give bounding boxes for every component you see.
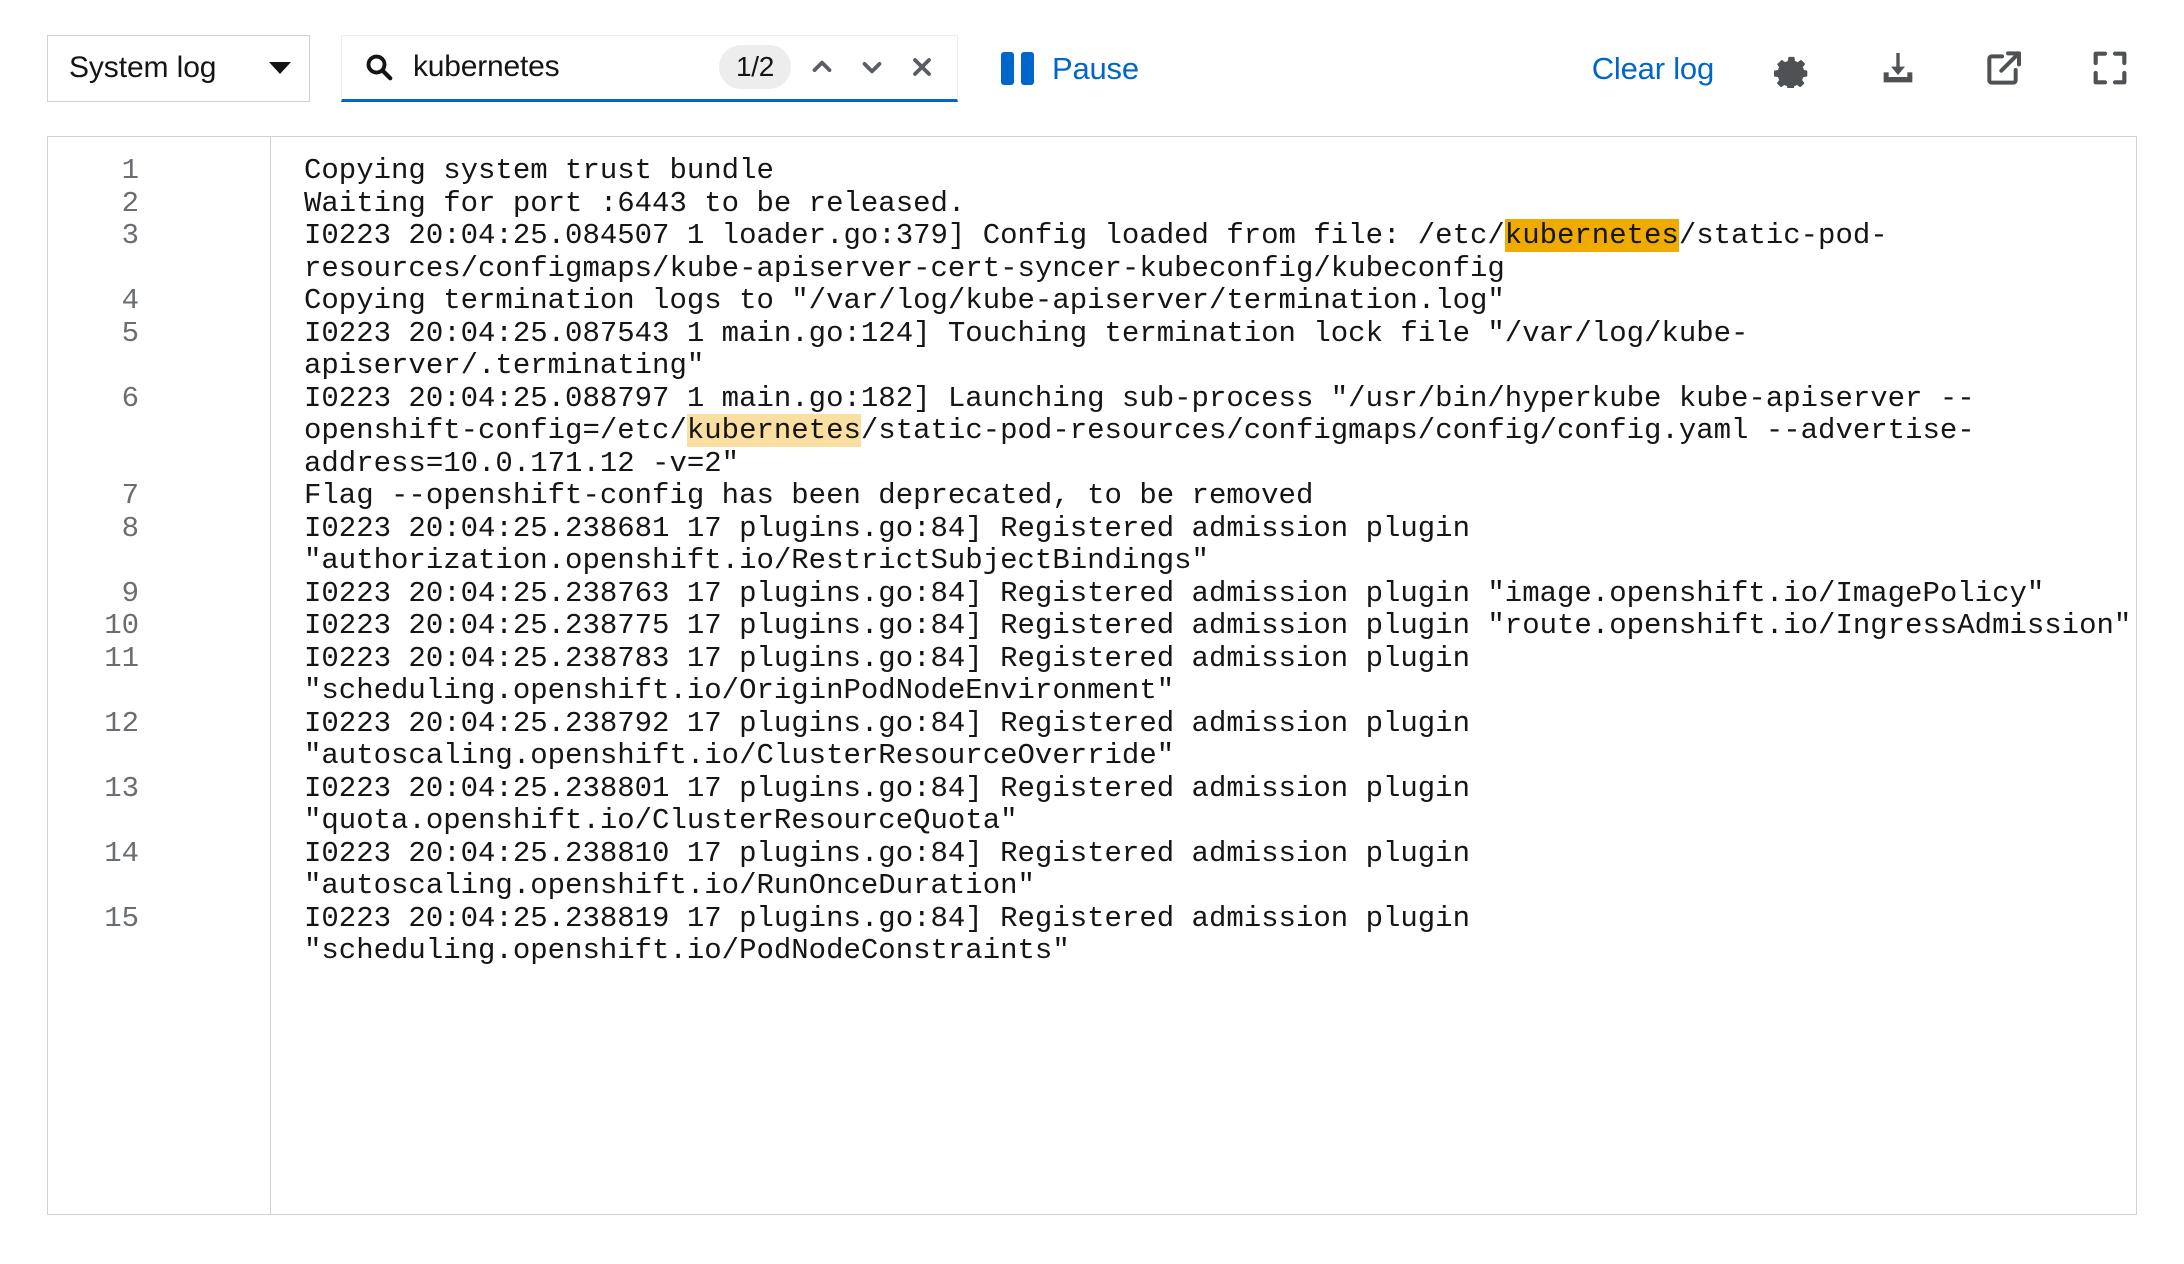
log-line: I0223 20:04:25.238810 17 plugins.go:84] … bbox=[304, 836, 2136, 903]
log-text: I0223 20:04:25.238681 17 plugins.go:84] … bbox=[304, 511, 1488, 577]
line-number: 1 bbox=[121, 154, 139, 187]
line-number-gutter: 1 2 3 4 5 6 7 8 9 10 11 12 13 14 15 bbox=[48, 137, 271, 1214]
download-button[interactable] bbox=[1870, 40, 1926, 96]
log-line: I0223 20:04:25.238681 17 plugins.go:84] … bbox=[304, 511, 2136, 578]
log-line: Flag --openshift-config has been depreca… bbox=[304, 479, 2136, 513]
log-viewer: System log 1/2 bbox=[0, 0, 2184, 1264]
download-icon bbox=[1883, 53, 1913, 83]
pause-button[interactable]: Pause bbox=[1001, 50, 1139, 86]
line-number: 5 bbox=[121, 316, 139, 350]
log-type-select[interactable]: System log bbox=[47, 34, 310, 102]
search-box[interactable]: 1/2 bbox=[341, 34, 958, 102]
expand-button[interactable] bbox=[2082, 40, 2138, 96]
search-icon bbox=[364, 52, 394, 82]
log-line: I0223 20:04:25.238792 17 plugins.go:84] … bbox=[304, 706, 2136, 773]
log-panel[interactable]: 1 2 3 4 5 6 7 8 9 10 11 12 13 14 15 Copying system tru… bbox=[47, 136, 2137, 1215]
log-line: I0223 20:04:25.238775 17 plugins.go:84] … bbox=[304, 609, 2136, 643]
log-line: I0223 20:04:25.238819 17 plugins.go:84] … bbox=[304, 901, 2136, 968]
line-number: 12 bbox=[104, 706, 139, 740]
open-external-button[interactable] bbox=[1976, 40, 2032, 96]
pause-button-label: Pause bbox=[1052, 50, 1139, 86]
log-line: I0223 20:04:25.238783 17 plugins.go:84] … bbox=[304, 641, 2136, 708]
chevron-up-icon bbox=[812, 60, 832, 72]
log-line: I0223 20:04:25.087543 1 main.go:124] Tou… bbox=[304, 316, 2136, 383]
log-text: I0223 20:04:25.238783 17 plugins.go:84] … bbox=[304, 641, 1488, 707]
log-toolbar: System log 1/2 bbox=[0, 0, 2184, 136]
search-clear-button[interactable] bbox=[897, 42, 947, 92]
line-number: 7 bbox=[121, 479, 139, 512]
log-text: I0223 20:04:25.238775 17 plugins.go:84] … bbox=[304, 609, 2132, 642]
log-text: Waiting for port :6443 to be released. bbox=[304, 186, 966, 220]
chevron-down-icon bbox=[269, 62, 291, 74]
line-number: 6 bbox=[121, 381, 139, 415]
log-line: Copying termination logs to "/var/log/ku… bbox=[304, 284, 2136, 318]
line-number: 15 bbox=[104, 901, 139, 935]
log-line: I0223 20:04:25.238801 17 plugins.go:84] … bbox=[304, 771, 2136, 838]
search-next-button[interactable] bbox=[847, 42, 897, 92]
line-number: 3 bbox=[121, 219, 139, 252]
log-text: Copying system trust bundle bbox=[304, 154, 774, 187]
log-line: Waiting for port :6443 to be released. bbox=[304, 186, 2136, 221]
log-line: I0223 20:04:25.238763 17 plugins.go:84] … bbox=[304, 576, 2136, 611]
log-text: I0223 20:04:25.238792 17 plugins.go:84] … bbox=[304, 706, 1488, 772]
log-text: I0223 20:04:25.238810 17 plugins.go:84] … bbox=[304, 836, 1488, 902]
log-text: I0223 20:04:25.238819 17 plugins.go:84] … bbox=[304, 901, 1488, 967]
settings-button[interactable] bbox=[1764, 40, 1820, 96]
line-number: 8 bbox=[121, 511, 139, 545]
log-text: Copying termination logs to "/var/log/ku… bbox=[304, 284, 1505, 317]
expand-icon bbox=[2093, 51, 2127, 85]
clear-log-button[interactable]: Clear log bbox=[1592, 53, 1714, 84]
log-text: I0223 20:04:25.084507 1 loader.go:379] C… bbox=[304, 219, 1505, 252]
line-number: 13 bbox=[104, 771, 139, 805]
line-number: 11 bbox=[104, 641, 139, 675]
log-content[interactable]: Copying system trust bundle Waiting for p… bbox=[271, 137, 2136, 1214]
log-line: I0223 20:04:25.088797 1 main.go:182] Lau… bbox=[304, 382, 2136, 481]
log-text: I0223 20:04:25.087543 1 main.go:124] Tou… bbox=[304, 316, 1749, 382]
log-text: I0223 20:04:25.238763 17 plugins.go:84] … bbox=[304, 576, 2045, 610]
search-match-counter: 1/2 bbox=[718, 45, 791, 89]
log-type-select-value: System log bbox=[69, 51, 217, 84]
line-number: 14 bbox=[104, 836, 139, 870]
search-match-active: kubernetes bbox=[1504, 219, 1679, 252]
search-prev-button[interactable] bbox=[797, 42, 847, 92]
log-text: Flag --openshift-config has been depreca… bbox=[304, 479, 1314, 512]
log-line: I0223 20:04:25.084507 1 loader.go:379] C… bbox=[304, 219, 2136, 285]
search-match: kubernetes bbox=[686, 414, 861, 447]
chevron-down-icon bbox=[862, 62, 882, 74]
log-text: I0223 20:04:25.238801 17 plugins.go:84] … bbox=[304, 771, 1488, 837]
line-number: 2 bbox=[121, 186, 139, 220]
pause-icon bbox=[1001, 51, 1034, 85]
search-input[interactable] bbox=[413, 47, 719, 87]
line-number: 4 bbox=[121, 284, 139, 317]
log-line: Copying system trust bundle bbox=[304, 154, 2136, 188]
line-number: 10 bbox=[104, 609, 139, 642]
line-number: 9 bbox=[121, 576, 139, 610]
close-icon bbox=[913, 58, 931, 76]
external-link-icon bbox=[1987, 51, 2021, 85]
gear-icon bbox=[1773, 56, 1808, 88]
